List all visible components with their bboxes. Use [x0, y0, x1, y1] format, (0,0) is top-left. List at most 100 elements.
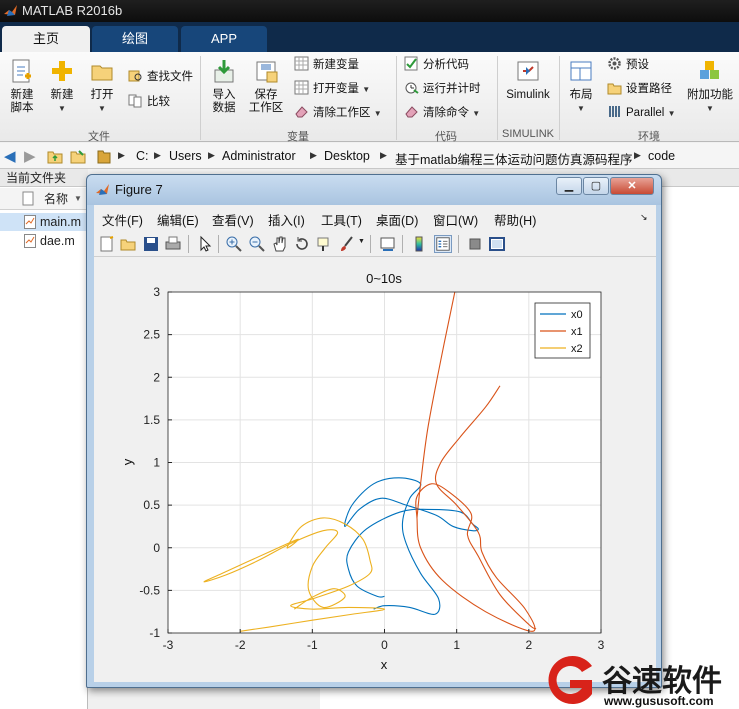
toolbar-divider	[458, 235, 459, 253]
pan-hand-icon[interactable]	[271, 235, 289, 253]
set-path-icon	[607, 83, 622, 95]
rotate-3d-icon[interactable]	[293, 235, 311, 253]
menu-desktop[interactable]: 桌面(D)	[376, 210, 418, 229]
address-bar: ◀ ▶ ▶ C: ▶ Users ▶ Administrator ▶ Deskt…	[0, 143, 739, 169]
menu-edit[interactable]: 编辑(E)	[157, 210, 199, 229]
breadcrumb-item[interactable]: Desktop	[324, 149, 370, 163]
compare-button[interactable]: 比较	[128, 93, 170, 111]
y-tick-label: 0	[153, 541, 160, 555]
legend[interactable]: x0 x1 x2	[534, 302, 591, 359]
breadcrumb-item[interactable]: C:	[136, 149, 149, 163]
legend-icon[interactable]	[434, 235, 452, 253]
breadcrumb-item[interactable]: code	[648, 149, 675, 163]
breadcrumb-separator: ▶	[154, 150, 161, 160]
x-tick-label: -3	[163, 638, 174, 652]
matlab-title-bar: MATLAB R2016b	[0, 0, 739, 22]
back-arrow-icon[interactable]: ◀	[4, 147, 16, 165]
simulink-button[interactable]: Simulink	[502, 58, 554, 102]
current-folder-panel: 当前文件夹 名称 ▼ main.m dae.m	[0, 169, 88, 709]
simulink-icon	[517, 61, 539, 81]
forward-arrow-icon[interactable]: ▶	[24, 147, 36, 165]
add-ons-icon	[700, 61, 719, 79]
save-workspace-icon	[256, 61, 278, 83]
menu-tools[interactable]: 工具(T)	[321, 210, 362, 229]
tab-home[interactable]: 主页	[2, 26, 90, 52]
save-icon[interactable]	[142, 235, 160, 253]
code-group-label: 代码	[435, 131, 457, 143]
open-button[interactable]: 打开 ▼	[86, 58, 118, 115]
close-button[interactable]: ✕	[610, 177, 654, 195]
find-files-button[interactable]: 查找文件	[128, 68, 193, 86]
name-column-label: 名称	[44, 192, 69, 206]
data-cursor-icon[interactable]	[315, 235, 333, 253]
show-plot-tools-icon[interactable]	[488, 235, 506, 253]
brush-dropdown-icon[interactable]: ▼	[358, 238, 365, 245]
analyze-code-button[interactable]: 分析代码	[404, 56, 469, 74]
set-path-button[interactable]: 设置路径	[607, 80, 672, 98]
run-and-time-button[interactable]: 运行并计时	[404, 80, 481, 98]
chevron-down-icon: ▼	[373, 109, 382, 118]
new-script-button[interactable]: 新建 脚本	[4, 58, 40, 115]
hide-plot-tools-icon[interactable]	[466, 235, 484, 253]
eraser-icon	[295, 106, 308, 118]
breadcrumb-separator: ▶	[634, 150, 641, 160]
up-folder-icon[interactable]	[47, 148, 63, 164]
clear-workspace-button[interactable]: 清除工作区 ▼	[294, 104, 382, 122]
clear-workspace-label: 清除工作区	[313, 107, 371, 119]
analyze-code-icon	[404, 56, 418, 71]
import-data-icon	[214, 60, 234, 83]
open-file-icon[interactable]	[119, 235, 137, 253]
parallel-button[interactable]: Parallel ▼	[607, 104, 675, 122]
menu-window[interactable]: 窗口(W)	[433, 210, 478, 229]
tab-plots[interactable]: 绘图	[92, 26, 178, 52]
watermark: 谷速软件 www.gususoft.com	[540, 650, 739, 709]
brush-icon[interactable]	[338, 235, 356, 253]
link-plot-icon[interactable]	[379, 235, 397, 253]
simulink-label: Simulink	[506, 89, 550, 101]
save-workspace-button[interactable]: 保存 工作区	[246, 58, 286, 115]
legend-label-x2: x2	[571, 343, 583, 355]
breadcrumb-item[interactable]: 基于matlab编程三体运动问题仿真源码程序	[395, 149, 633, 168]
pointer-icon[interactable]	[196, 235, 214, 253]
browse-folder-icon[interactable]	[70, 148, 86, 164]
layout-button[interactable]: 布局 ▼	[564, 58, 598, 115]
compare-label: 比较	[147, 96, 170, 108]
figure-toolbar: ▼	[94, 231, 656, 257]
new-variable-button[interactable]: 新建变量	[294, 56, 359, 74]
zoom-out-icon[interactable]	[248, 235, 266, 253]
chevron-down-icon: ▼	[706, 104, 714, 113]
list-item[interactable]: main.m	[0, 213, 88, 231]
add-ons-button[interactable]: 附加功能 ▼	[684, 58, 736, 115]
minimize-button[interactable]: ▁	[556, 177, 582, 195]
figure-title: Figure 7	[115, 182, 163, 197]
list-item[interactable]: dae.m	[0, 232, 88, 250]
print-icon[interactable]	[164, 235, 182, 253]
legend-label-x0: x0	[571, 309, 583, 321]
figure-canvas: -3 -2 -1 0 1 2 3 -1 -0.5 0 0.5 1 1.5 2 2.5 3 0~10s x y …	[94, 257, 656, 682]
figure-title-bar[interactable]: Figure 7 ▁ ▢ ✕	[87, 175, 661, 205]
breadcrumb-item[interactable]: Administrator	[222, 149, 296, 163]
new-button[interactable]: 新建 ▼	[46, 58, 78, 115]
clear-commands-button[interactable]: 清除命令 ▼	[404, 104, 480, 122]
import-data-button[interactable]: 导入 数据	[206, 58, 242, 115]
plot-area[interactable]: -3 -2 -1 0 1 2 3-1-0.500.511.522.53 0~10s x y …	[94, 257, 656, 682]
tab-apps[interactable]: APP	[181, 26, 267, 52]
menu-file[interactable]: 文件(F)	[102, 210, 143, 229]
find-files-icon	[128, 70, 142, 82]
dock-arrow-icon[interactable]: ↘	[640, 212, 648, 223]
zoom-in-icon[interactable]	[225, 235, 243, 253]
analyze-code-label: 分析代码	[423, 59, 469, 71]
maximize-button[interactable]: ▢	[583, 177, 609, 195]
menu-view[interactable]: 查看(V)	[212, 210, 254, 229]
new-figure-icon[interactable]	[98, 235, 116, 253]
preferences-label: 预设	[626, 59, 649, 71]
menu-help[interactable]: 帮助(H)	[494, 210, 536, 229]
name-column-header[interactable]: 名称 ▼	[0, 188, 88, 210]
y-tick-label: 3	[153, 285, 160, 299]
preferences-button[interactable]: 预设	[607, 56, 649, 74]
open-variable-button[interactable]: 打开变量 ▼	[294, 80, 370, 98]
menu-insert[interactable]: 插入(I)	[268, 210, 305, 229]
breadcrumb-item[interactable]: Users	[169, 149, 202, 163]
colorbar-icon[interactable]	[410, 235, 428, 253]
open-label: 打开	[90, 89, 114, 101]
